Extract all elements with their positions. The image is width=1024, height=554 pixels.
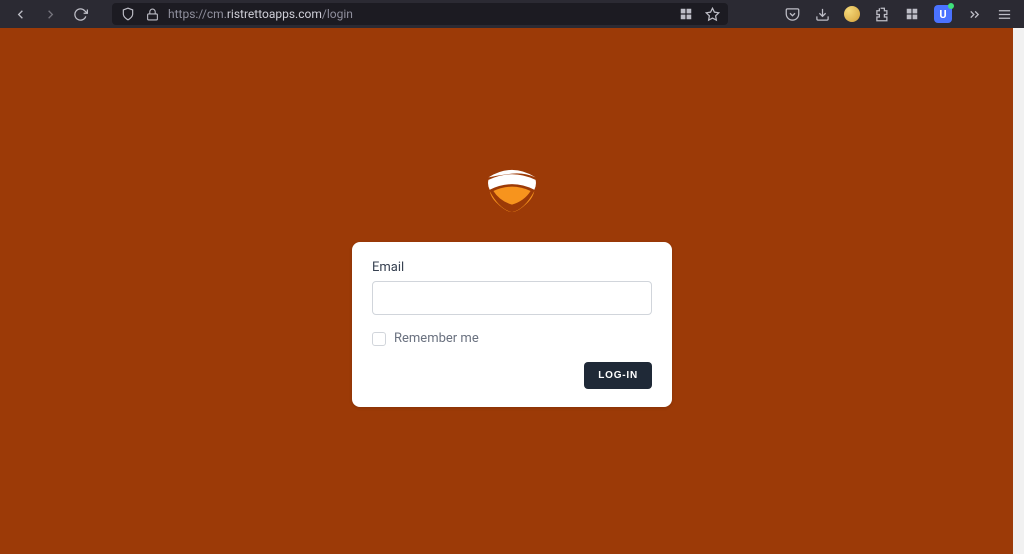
overflow-chevrons-icon[interactable] bbox=[966, 6, 982, 22]
pocket-icon[interactable] bbox=[784, 6, 800, 22]
downloads-icon[interactable] bbox=[814, 6, 830, 22]
apps-grid-icon[interactable] bbox=[904, 6, 920, 22]
remember-checkbox[interactable] bbox=[372, 332, 386, 346]
extension-badge-icon[interactable]: U bbox=[934, 5, 952, 23]
remember-row: Remember me bbox=[372, 331, 652, 346]
bookmark-star-icon[interactable] bbox=[704, 6, 720, 22]
account-avatar-icon[interactable] bbox=[844, 6, 860, 22]
hamburger-menu-icon[interactable] bbox=[996, 6, 1012, 22]
forward-icon[interactable] bbox=[42, 6, 58, 22]
right-toolbar: U bbox=[784, 5, 1016, 23]
login-card: Email Remember me LOG-IN bbox=[352, 242, 672, 407]
address-right-icons bbox=[678, 6, 720, 22]
page-content: Email Remember me LOG-IN bbox=[0, 28, 1024, 554]
email-field[interactable] bbox=[372, 281, 652, 315]
remember-label: Remember me bbox=[394, 331, 479, 346]
qr-icon[interactable] bbox=[678, 6, 694, 22]
extensions-icon[interactable] bbox=[874, 6, 890, 22]
email-label: Email bbox=[372, 260, 652, 275]
back-icon[interactable] bbox=[12, 6, 28, 22]
address-bar[interactable]: https://cm.ristrettoapps.com/login bbox=[112, 3, 728, 25]
login-button[interactable]: LOG-IN bbox=[584, 362, 652, 389]
brand-logo-icon bbox=[481, 166, 543, 216]
scrollbar[interactable] bbox=[1013, 28, 1024, 554]
shield-icon[interactable] bbox=[120, 6, 136, 22]
nav-arrow-group bbox=[8, 6, 88, 22]
reload-icon[interactable] bbox=[72, 6, 88, 22]
url-text: https://cm.ristrettoapps.com/login bbox=[168, 7, 353, 21]
actions-row: LOG-IN bbox=[372, 362, 652, 389]
browser-toolbar: https://cm.ristrettoapps.com/login U bbox=[0, 0, 1024, 28]
lock-icon[interactable] bbox=[144, 6, 160, 22]
